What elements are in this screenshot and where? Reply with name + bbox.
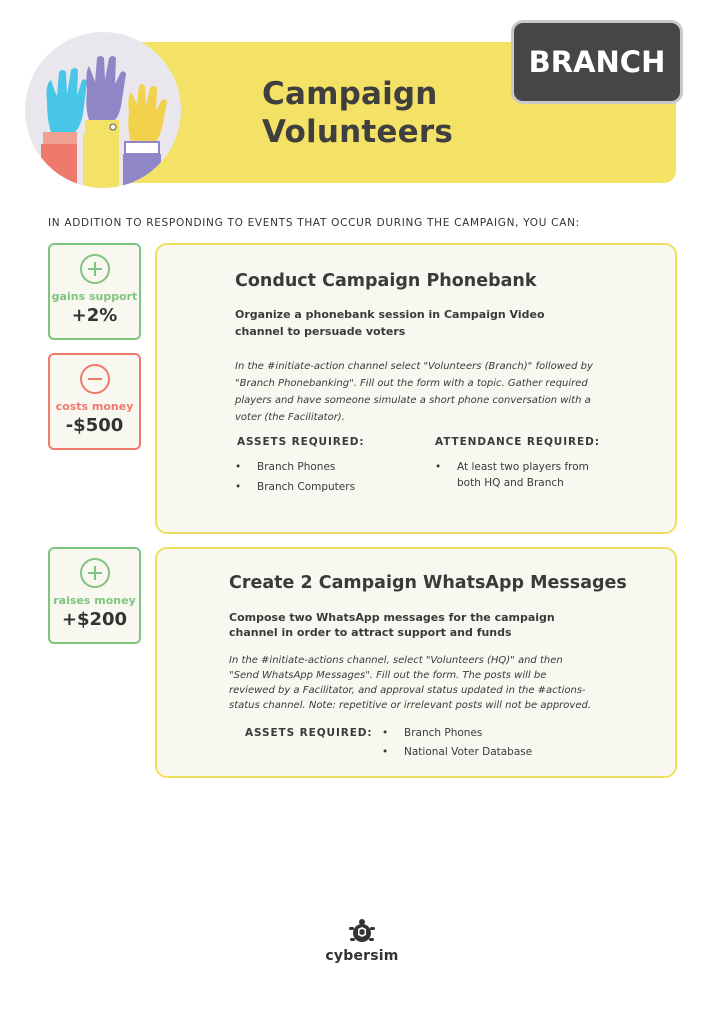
plus-icon <box>79 558 110 588</box>
effect-value: +2% <box>71 305 118 326</box>
effect-badge-gains-support: gains support +2% <box>48 243 141 340</box>
list-item: Branch Phones <box>235 459 395 475</box>
action-title: Conduct Campaign Phonebank <box>235 271 537 291</box>
blue-hand-icon <box>41 68 87 188</box>
yellow-hand-icon <box>123 84 167 188</box>
logo-text: cybersim <box>325 948 399 964</box>
page-title: Campaign Volunteers <box>262 75 502 151</box>
list-item: Branch Computers <box>235 479 395 495</box>
intro-text: IN ADDITION TO RESPONDING TO EVENTS THAT… <box>48 217 580 229</box>
branch-tag: BRANCH <box>511 20 683 104</box>
action-title: Create 2 Campaign WhatsApp Messages <box>229 573 627 593</box>
action-description: Compose two WhatsApp messages for the ca… <box>229 611 555 639</box>
list-item: National Voter Database <box>382 744 582 760</box>
title-line-2: Volunteers <box>262 114 453 150</box>
attendance-heading: ATTENDANCE REQUIRED: <box>435 436 600 448</box>
effect-value: -$500 <box>65 415 124 436</box>
assets-heading: ASSETS REQUIRED: <box>245 727 373 739</box>
attendance-list: At least two players from both HQ and Br… <box>435 459 595 491</box>
minus-icon <box>79 364 110 394</box>
action-card-phonebank: Conduct Campaign Phonebank Organize a ph… <box>155 243 677 534</box>
effect-label: gains support <box>51 290 138 303</box>
plus-icon <box>79 254 110 284</box>
action-card-whatsapp: Create 2 Campaign WhatsApp Messages Comp… <box>155 547 677 778</box>
effect-label: costs money <box>55 400 134 413</box>
assets-heading: ASSETS REQUIRED: <box>237 436 365 448</box>
action-description: Organize a phonebank session in Campaign… <box>235 308 545 338</box>
list-item: At least two players from both HQ and Br… <box>435 459 595 491</box>
raised-hands-illustration <box>25 32 181 188</box>
action-instructions: In the #initiate-action channel select "… <box>235 361 593 423</box>
purple-hand-icon <box>83 56 126 188</box>
action-instructions: In the #initiate-actions channel, select… <box>229 655 592 711</box>
effect-badge-costs-money: costs money -$500 <box>48 353 141 450</box>
effect-label: raises money <box>53 594 136 607</box>
assets-list: Branch Phones National Voter Database <box>382 725 582 760</box>
list-item: Branch Phones <box>382 725 582 741</box>
assets-list: Branch Phones Branch Computers <box>235 459 395 495</box>
cybersim-logo: cybersim <box>318 918 406 964</box>
effect-value: +$200 <box>61 609 128 630</box>
effect-badge-raises-money: raises money +$200 <box>48 547 141 644</box>
title-line-1: Campaign <box>262 76 438 112</box>
turtle-icon <box>349 919 375 942</box>
